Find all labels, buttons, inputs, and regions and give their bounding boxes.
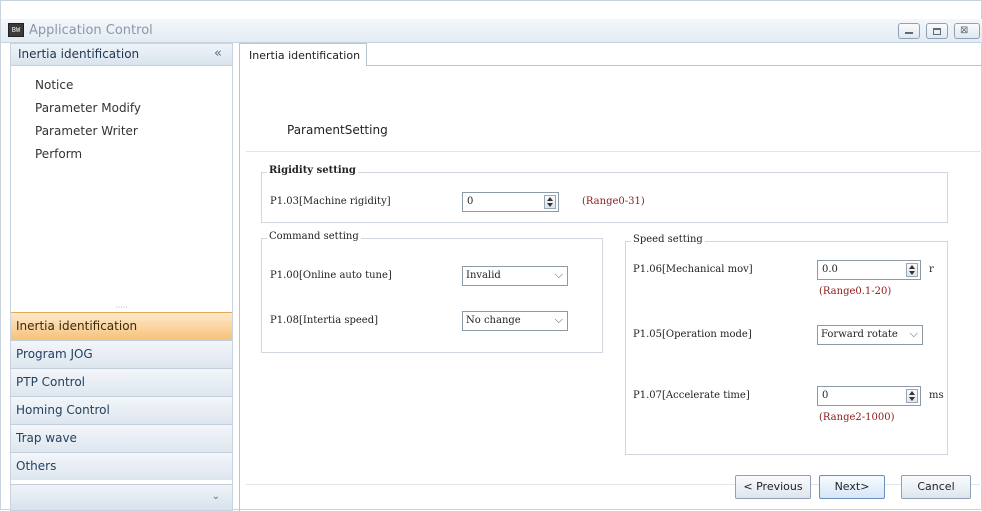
chevron-down-icon: ⌵	[554, 268, 563, 281]
chevron-down-icon: ⌵	[909, 327, 918, 340]
minimize-button[interactable]	[898, 23, 920, 39]
p100-label: P1.00[Online auto tune]	[270, 270, 392, 281]
content-panel: ParamentSetting Rigidity setting P1.03[M…	[239, 65, 982, 511]
rigidity-setting-legend: Rigidity setting	[267, 165, 358, 176]
command-setting-legend: Command setting	[267, 231, 361, 242]
sidebar-item-inertia-identification[interactable]: Inertia identification	[11, 312, 232, 340]
window-title: Application Control	[29, 23, 153, 38]
p103-value: 0	[467, 196, 474, 207]
p107-spinbox[interactable]: 0	[817, 386, 921, 406]
close-button[interactable]: ⊠	[954, 23, 980, 39]
spinner-arrows-icon[interactable]	[906, 263, 918, 277]
sidebar: Inertia identification « Notice Paramete…	[10, 43, 233, 511]
tree-item-perform[interactable]: Perform	[35, 147, 82, 161]
app-icon: BW	[8, 23, 24, 37]
chevron-down-icon: ⌵	[554, 313, 563, 326]
sidebar-item-label: Others	[16, 459, 57, 473]
sidebar-item-trap-wave[interactable]: Trap wave	[11, 424, 232, 452]
p106-range: (Range0.1-20)	[819, 286, 892, 297]
p105-value: Forward rotate	[821, 329, 898, 340]
sidebar-more-button[interactable]: ⌄	[11, 484, 232, 510]
p107-label: P1.07[Accelerate time]	[633, 390, 750, 401]
sidebar-header-title: Inertia identification	[18, 47, 140, 61]
sidebar-item-label: Homing Control	[16, 403, 110, 417]
main-area: Inertia identification ParamentSetting R…	[239, 43, 982, 511]
p105-select[interactable]: Forward rotate ⌵	[817, 325, 923, 345]
rigidity-setting-group: Rigidity setting P1.03[Machine rigidity]…	[261, 165, 948, 223]
p106-unit: r	[929, 264, 934, 275]
sidebar-item-label: Trap wave	[16, 431, 77, 445]
tab-inertia-identification[interactable]: Inertia identification	[239, 43, 367, 66]
maximize-icon	[933, 28, 941, 35]
page-title: ParamentSetting	[287, 123, 388, 137]
sidebar-item-others[interactable]: Others	[11, 452, 232, 480]
spinner-arrows-icon[interactable]	[544, 195, 556, 209]
p106-spinbox[interactable]: 0.0	[817, 260, 921, 280]
sidebar-item-label: Program JOG	[16, 347, 93, 361]
p108-label: P1.08[Intertia speed]	[270, 315, 379, 326]
p106-label: P1.06[Mechanical mov]	[633, 264, 753, 275]
p103-label: P1.03[Machine rigidity]	[270, 196, 391, 207]
p103-spinbox[interactable]: 0	[462, 192, 559, 212]
spinner-arrows-icon[interactable]	[906, 389, 918, 403]
p107-range: (Range2-1000)	[819, 412, 895, 423]
minimize-icon	[905, 32, 913, 34]
tree-item-parameter-modify[interactable]: Parameter Modify	[35, 101, 141, 115]
p108-select[interactable]: No change ⌵	[462, 311, 568, 331]
p103-range: (Range0-31)	[582, 196, 645, 207]
application-window: BW Application Control ⊠ Inertia identif…	[0, 0, 982, 511]
sidebar-item-label: Inertia identification	[16, 319, 138, 333]
p107-value: 0	[822, 390, 829, 401]
p100-select[interactable]: Invalid ⌵	[462, 266, 568, 286]
close-icon: ⊠	[960, 25, 969, 36]
speed-setting-legend: Speed setting	[631, 234, 705, 245]
tree-item-parameter-writer[interactable]: Parameter Writer	[35, 124, 138, 138]
divider	[246, 151, 982, 152]
tree-item-notice[interactable]: Notice	[35, 78, 73, 92]
speed-setting-group: Speed setting P1.06[Mechanical mov] 0.0 …	[625, 234, 948, 455]
cancel-button[interactable]: Cancel	[901, 475, 971, 499]
p100-value: Invalid	[466, 270, 501, 281]
sidebar-item-ptp-control[interactable]: PTP Control	[11, 368, 232, 396]
command-setting-group: Command setting P1.00[Online auto tune] …	[261, 231, 603, 353]
previous-button[interactable]: < Previous	[735, 475, 811, 499]
maximize-button[interactable]	[926, 23, 948, 39]
sidebar-header: Inertia identification «	[11, 44, 232, 66]
p108-value: No change	[466, 315, 521, 326]
sidebar-item-program-jog[interactable]: Program JOG	[11, 340, 232, 368]
collapse-icon[interactable]: «	[214, 46, 222, 61]
chevron-down-icon: ⌄	[211, 491, 220, 502]
sidebar-item-label: PTP Control	[16, 375, 85, 389]
p105-label: P1.05[Operation mode]	[633, 329, 752, 340]
next-button[interactable]: Next>	[819, 475, 885, 499]
p107-unit: ms	[929, 390, 944, 401]
title-bar: BW Application Control ⊠	[1, 19, 982, 43]
sidebar-item-homing-control[interactable]: Homing Control	[11, 396, 232, 424]
p106-value: 0.0	[822, 264, 838, 275]
